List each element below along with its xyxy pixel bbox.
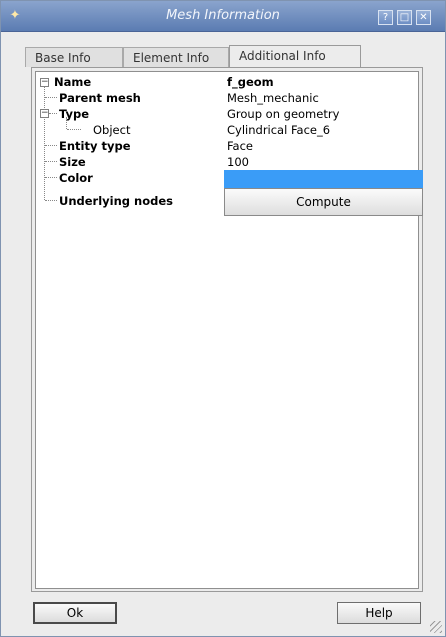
resize-grip-icon[interactable] (430, 621, 442, 633)
tab-additional-info[interactable]: Additional Info (229, 45, 361, 68)
name-label: Name (54, 75, 92, 89)
help-button[interactable]: Help (337, 602, 421, 624)
object-label: Object (93, 123, 131, 137)
close-button[interactable]: ✕ (416, 10, 431, 25)
tree-row-parent-mesh[interactable]: Parent mesh Mesh_mechanic (36, 90, 418, 106)
maximize-button[interactable]: □ (397, 10, 412, 25)
tree-row-name[interactable]: − Name f_geom (36, 74, 418, 90)
size-label: Size (59, 155, 86, 169)
additional-info-panel: − Name f_geom Parent mesh Mesh_mechanic … (31, 67, 423, 592)
collapse-icon[interactable]: − (40, 109, 49, 118)
parent-mesh-label: Parent mesh (59, 91, 141, 105)
collapse-icon[interactable]: − (40, 78, 49, 87)
type-label: Type (59, 107, 90, 121)
tab-bar: Base Info Element Info Additional Info (25, 45, 385, 68)
size-value: 100 (227, 155, 249, 169)
entity-type-label: Entity type (59, 139, 131, 153)
color-label: Color (59, 171, 93, 185)
tab-base-info[interactable]: Base Info (25, 47, 123, 67)
parent-mesh-value: Mesh_mechanic (227, 91, 319, 105)
tab-element-info[interactable]: Element Info (123, 47, 229, 67)
tree-row-object[interactable]: Object Cylindrical Face_6 (36, 122, 418, 138)
title-bar[interactable]: ✦ Mesh Information ? □ ✕ (1, 1, 445, 32)
type-value: Group on geometry (227, 107, 340, 121)
object-value: Cylindrical Face_6 (227, 123, 331, 137)
mesh-information-dialog: ✦ Mesh Information ? □ ✕ Base Info Eleme… (0, 0, 446, 637)
context-help-button[interactable]: ? (378, 10, 393, 25)
tree-row-type[interactable]: − Type Group on geometry (36, 106, 418, 122)
ok-button[interactable]: Ok (33, 602, 117, 624)
name-value: f_geom (227, 75, 274, 89)
underlying-nodes-label: Underlying nodes (59, 194, 173, 208)
tree-row-entity-type[interactable]: Entity type Face (36, 138, 418, 154)
entity-type-value: Face (227, 139, 254, 153)
tree-row-size[interactable]: Size 100 (36, 154, 418, 170)
color-swatch[interactable] (224, 170, 423, 188)
compute-button[interactable]: Compute (224, 188, 423, 216)
info-tree[interactable]: − Name f_geom Parent mesh Mesh_mechanic … (35, 71, 423, 589)
